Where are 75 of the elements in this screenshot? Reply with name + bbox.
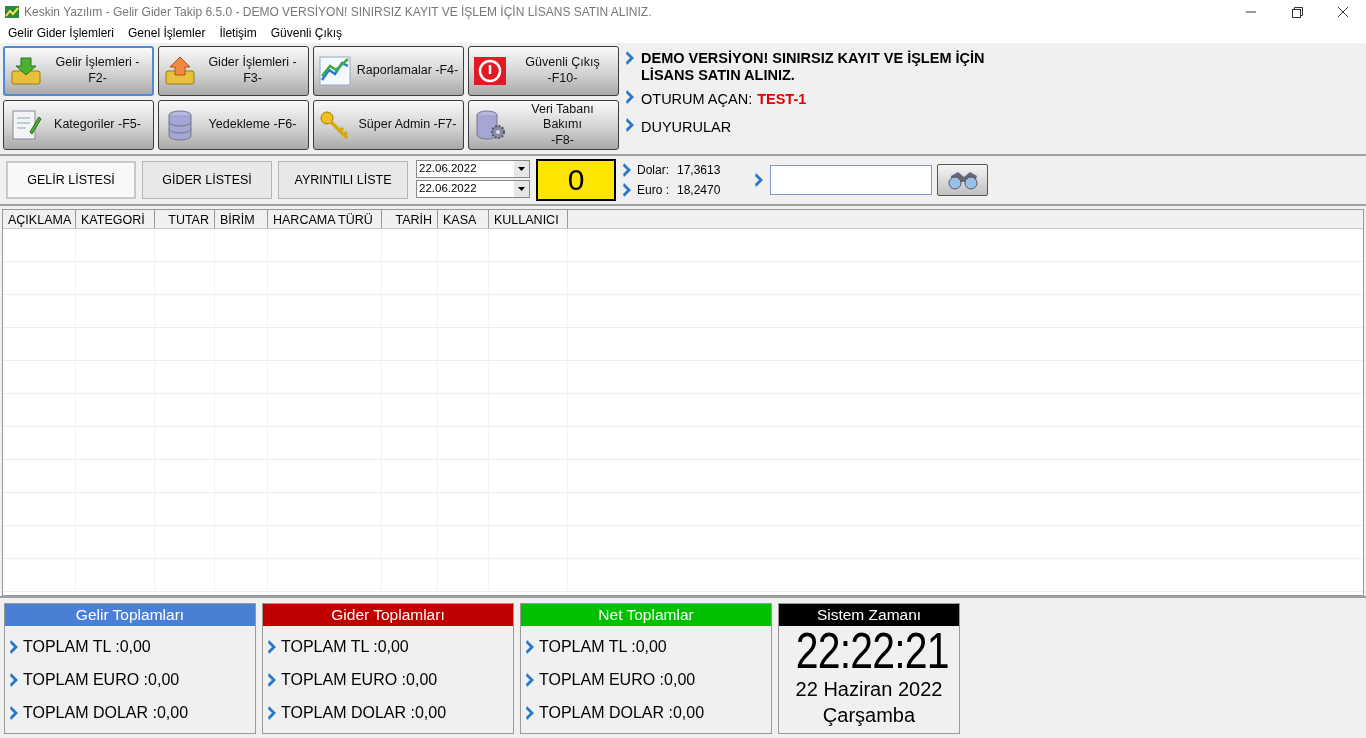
app-icon [5,4,19,19]
total-text: TOPLAM TL :0,00 [23,637,151,657]
total-text: TOPLAM DOLAR :0,00 [281,703,447,723]
chevron-icon [625,117,636,134]
column-header[interactable]: KULLANICI [489,210,568,228]
toolbar-button[interactable]: Gelir İşlemleri -F2- [3,46,154,96]
chevron-icon [525,705,536,721]
total-text: TOPLAM EURO :0,00 [539,670,696,690]
total-text: TOPLAM TL :0,00 [539,637,667,657]
chevron-icon [625,89,636,106]
chevron-icon [267,705,278,721]
list-tab[interactable]: GELİR LİSTESİ [6,161,136,199]
search-field[interactable] [770,165,933,195]
clock-date: 22 Haziran 2022 [794,677,944,702]
total-text: TOPLAM EURO :0,00 [281,670,438,690]
chevron-icon [9,705,20,721]
announcements-link[interactable]: DUYURULAR [641,117,732,139]
menu-item[interactable]: Gelir Gider İşlemleri [8,24,115,42]
panel-header: Net Toplamlar [521,604,771,626]
tray-icon [163,54,197,88]
database-gear-icon [473,108,507,142]
toolbar-button[interactable]: Veri Tabanı Bakımı -F8- [468,100,619,150]
toolbar-button[interactable]: Yedekleme -F6- [158,100,309,150]
column-header[interactable]: AÇIKLAMA [3,210,76,228]
total-text: TOPLAM DOLAR :0,00 [23,703,189,723]
column-header[interactable]: HARCAMA TÜRÜ [268,210,382,228]
column-header[interactable]: TARİH [382,210,438,228]
chevron-icon [625,50,636,66]
rate-value: 17,3613 [677,162,721,179]
column-header[interactable]: TUTAR [155,210,215,228]
list-tab[interactable]: GİDER LİSTESİ [142,161,272,199]
binoculars-icon [945,170,980,190]
chevron-icon [9,672,20,688]
total-text: TOPLAM DOLAR :0,00 [539,703,705,723]
clock-time: 22:22:21 [795,626,949,676]
panel-header: Gider Toplamları [263,604,513,626]
chevron-icon [525,639,536,655]
toolbar-button[interactable]: Gider İşlemleri -F3- [158,46,309,96]
chevron-icon [267,672,278,688]
menu-item[interactable]: Güvenli Çıkış [270,24,343,42]
column-header[interactable]: KASA [438,210,489,228]
window-title: Keskin Yazılım - Gelir Gider Takip 6.5.0 - DEMO VERSİYON! SINIRSIZ KAYIT VE İŞLEM İÇİN LİSANS SATIN ALINIZ. [24,3,652,21]
total-text: TOPLAM EURO :0,00 [23,670,180,690]
chevron-icon [622,182,633,198]
toolbar-button[interactable]: Güvenli Çıkış -F10- [468,46,619,96]
chevron-icon [267,639,278,655]
chevron-icon [9,639,20,655]
toolbar-button[interactable]: Kategoriler -F5- [3,100,154,150]
session-label: OTURUM AÇAN: [641,90,753,110]
column-header[interactable]: KATEGORİ [76,210,155,228]
rate-label: Dolar: [637,162,669,179]
list-tab[interactable]: AYRINTILI LİSTE [278,161,408,199]
rate-value: 18,2470 [677,182,721,199]
date-picker[interactable]: 22.06.2022 [416,180,530,198]
column-header[interactable]: BİRİM [215,210,268,228]
rate-label: Euro : [637,182,669,199]
search-button[interactable] [937,164,989,196]
menu-item[interactable]: İletişim [219,24,257,42]
panel-header: Gelir Toplamları [5,604,255,626]
date-picker[interactable]: 22.06.2022 [416,160,530,178]
notice-text: DEMO VERSİYON! SINIRSIZ KAYIT VE İŞLEM İÇİN LİSANS SATIN ALINIZ. [641,50,986,84]
power-icon [473,54,507,88]
chart-icon [318,54,352,88]
panel-header: Sistem Zamanı [779,604,959,626]
toolbar-button[interactable]: Raporlamalar -F4- [313,46,464,96]
tray-icon [9,54,43,88]
chevron-icon [622,162,633,178]
chevron-icon [525,672,536,688]
chevron-icon [754,172,766,188]
clock-day: Çarşamba [779,702,959,728]
session-user: TEST-1 [757,90,807,110]
menu-item[interactable]: Genel İşlemler [128,24,206,42]
total-text: TOPLAM TL :0,00 [281,637,409,657]
counter-display: 0 [536,159,616,201]
toolbar-button[interactable]: Süper Admin -F7- [313,100,464,150]
